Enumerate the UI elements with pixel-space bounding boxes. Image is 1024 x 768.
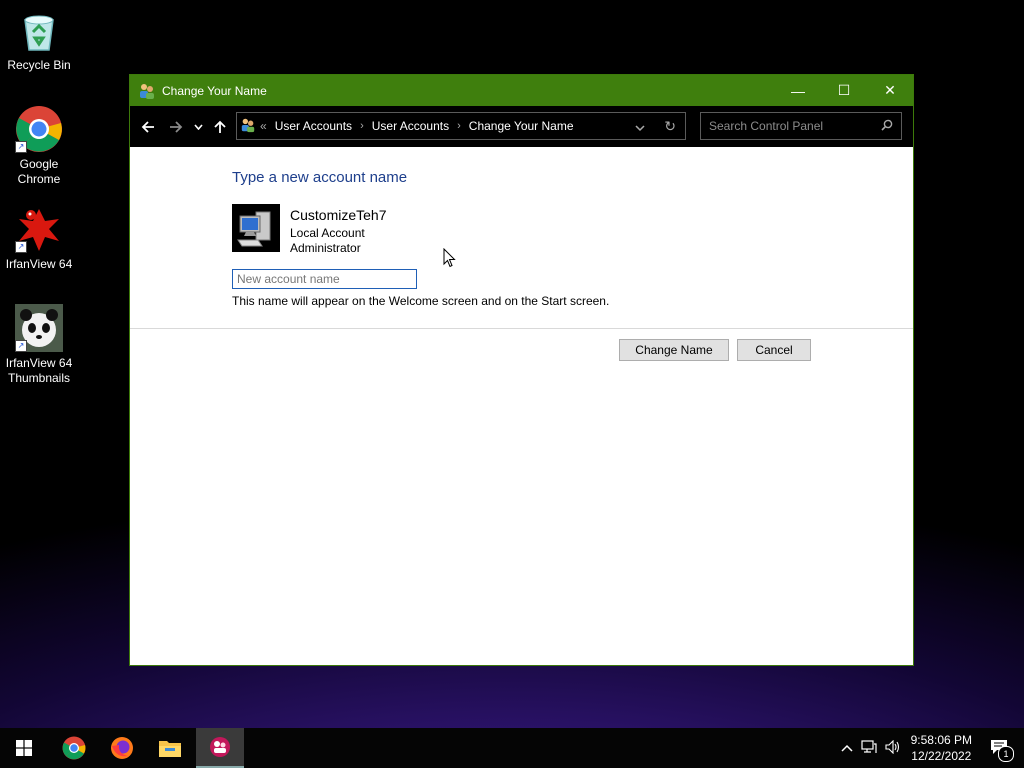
taskbar-user-accounts[interactable] (196, 728, 244, 768)
account-name: CustomizeTeh7 (290, 207, 387, 223)
back-arrow-icon (141, 120, 154, 133)
taskbar: 9:58:06 PM 12/22/2022 1 (0, 728, 1024, 768)
desktop-icon-label: IrfanView 64 (5, 257, 73, 271)
taskbar-chrome[interactable] (50, 728, 98, 768)
recycle-bin-icon (15, 6, 63, 54)
back-button[interactable] (134, 113, 162, 141)
chevron-down-icon (193, 123, 203, 130)
breadcrumb-change-your-name[interactable]: Change Your Name (469, 119, 574, 133)
irfanview-icon: ↗ (15, 205, 63, 253)
forward-button[interactable] (162, 113, 190, 141)
control-panel-icon (210, 737, 230, 757)
minimize-button[interactable]: — (775, 75, 821, 106)
chrome-icon: ↗ (15, 105, 63, 153)
clock-time: 9:58:06 PM (910, 733, 972, 747)
desktop-icon-recycle-bin[interactable]: Recycle Bin (2, 6, 76, 73)
change-name-window: Change Your Name — ☐ ✕ « User Accounts ›… (129, 74, 914, 666)
recent-locations-button[interactable] (190, 113, 206, 141)
search-box[interactable] (700, 112, 902, 140)
desktop-icon-label: Recycle Bin (7, 58, 71, 72)
forward-arrow-icon (170, 120, 183, 133)
user-accounts-icon (138, 82, 156, 100)
taskbar-firefox[interactable] (98, 728, 146, 768)
folder-icon (159, 741, 181, 757)
start-button[interactable] (0, 728, 48, 768)
cancel-button[interactable]: Cancel (737, 339, 811, 361)
notification-center-button[interactable]: 1 (990, 739, 1014, 762)
system-tray: 9:58:06 PM 12/22/2022 1 (841, 728, 1024, 768)
content-area: Type a new account name CustomizeTeh7 Lo… (130, 147, 913, 665)
breadcrumb-separator-icon[interactable]: › (457, 120, 461, 132)
account-type: Local Account (290, 226, 365, 240)
breadcrumb-user-accounts-2[interactable]: User Accounts (372, 119, 449, 133)
change-name-button[interactable]: Change Name (619, 339, 729, 361)
desktop-icon-irfanview[interactable]: ↗ IrfanView 64 (2, 205, 76, 272)
shortcut-arrow-icon: ↗ (15, 241, 27, 253)
up-arrow-icon (214, 120, 226, 133)
clock-date: 12/22/2022 (911, 749, 972, 763)
refresh-icon[interactable]: ↻ (664, 118, 676, 135)
chevron-up-icon[interactable] (841, 741, 853, 755)
notification-count-badge: 1 (998, 745, 1014, 762)
account-role: Administrator (290, 241, 361, 255)
windows-logo-icon (16, 740, 32, 756)
volume-icon[interactable] (885, 739, 901, 757)
account-picture-icon (232, 204, 280, 252)
divider (130, 328, 913, 329)
clock[interactable]: 9:58:06 PM 12/22/2022 (911, 732, 972, 764)
desktop-icon-google-chrome[interactable]: ↗ Google Chrome (2, 105, 76, 187)
chrome-icon (62, 736, 86, 760)
user-accounts-icon (240, 117, 256, 136)
shortcut-arrow-icon: ↗ (15, 340, 27, 352)
up-button[interactable] (206, 113, 234, 141)
name-hint: This name will appear on the Welcome scr… (232, 294, 610, 308)
mouse-cursor-icon (443, 247, 456, 271)
maximize-button[interactable]: ☐ (821, 75, 867, 106)
desktop-icon-label: IrfanView 64 Thumbnails (5, 356, 73, 385)
taskbar-file-explorer[interactable] (146, 728, 194, 768)
panda-icon: ↗ (15, 304, 63, 352)
page-title: Type a new account name (232, 169, 408, 186)
window-title: Change Your Name (162, 83, 267, 98)
breadcrumb-user-accounts[interactable]: User Accounts (275, 119, 352, 133)
address-toolbar: « User Accounts › User Accounts › Change… (130, 106, 913, 147)
shortcut-arrow-icon: ↗ (15, 141, 27, 153)
breadcrumb-separator-icon[interactable]: › (360, 120, 364, 132)
address-dropdown-icon[interactable] (635, 121, 645, 135)
breadcrumb-overflow[interactable]: « (260, 119, 267, 133)
network-icon[interactable] (861, 739, 877, 757)
firefox-icon (111, 737, 133, 759)
new-account-name-input[interactable] (232, 269, 417, 289)
search-input[interactable] (701, 118, 881, 134)
search-icon[interactable] (881, 119, 893, 134)
desktop-icon-irfanview-thumbnails[interactable]: ↗ IrfanView 64 Thumbnails (2, 304, 76, 386)
desktop-icon-label: Google Chrome (17, 157, 61, 186)
address-bar[interactable]: « User Accounts › User Accounts › Change… (236, 112, 686, 140)
window-titlebar[interactable]: Change Your Name — ☐ ✕ (130, 75, 913, 106)
close-button[interactable]: ✕ (867, 75, 913, 106)
